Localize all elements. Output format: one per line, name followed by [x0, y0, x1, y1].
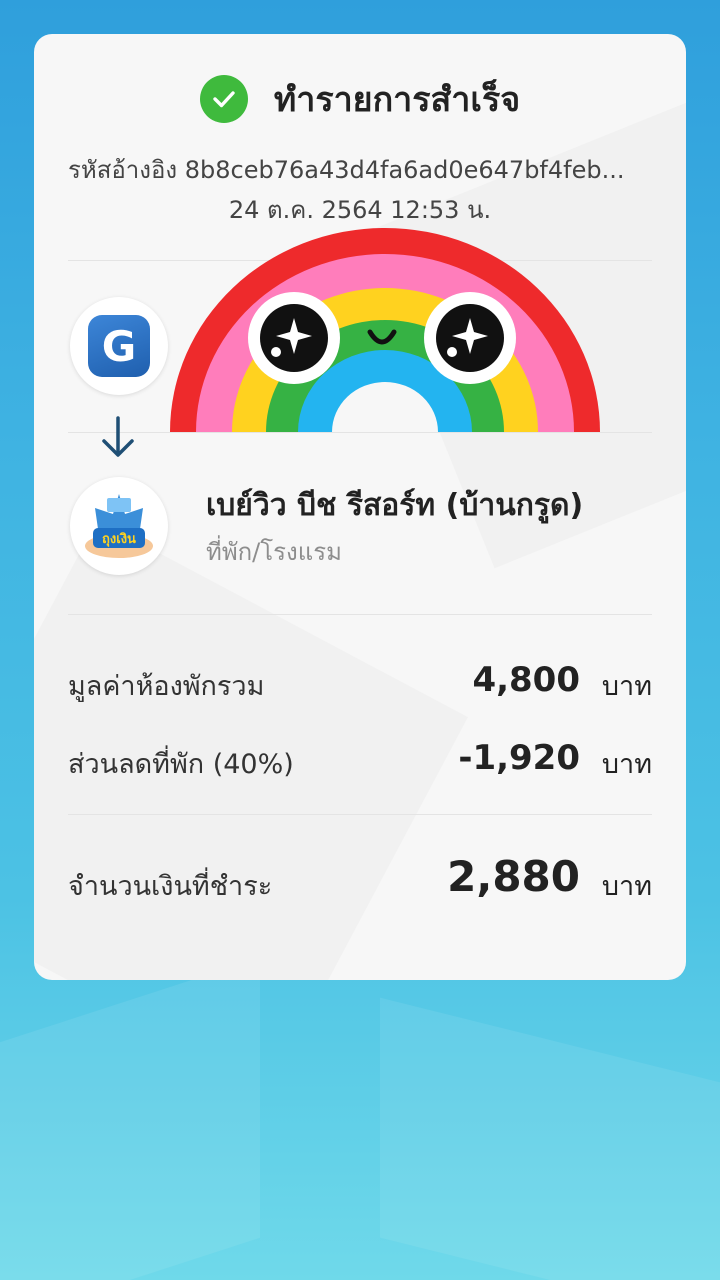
gwallet-logo-icon: G [88, 315, 150, 377]
logo-letter: G [101, 321, 137, 371]
transaction-datetime: 24 ต.ค. 2564 12:53 น. [228, 196, 492, 224]
reference-id: รหัสอ้างอิง 8b8ceb76a43d4fa6ad0e647bf4fe… [68, 156, 625, 184]
background-shard [0, 957, 260, 1280]
currency-unit: บาท [601, 749, 652, 780]
divider [68, 614, 652, 615]
screen: { "header": { "title": "ทำรายการสำเร็จ",… [0, 0, 720, 1280]
rainbow-sticker-icon [170, 228, 600, 432]
arrow-down-icon [102, 416, 134, 457]
status-header: ทำรายการสำเร็จ [34, 72, 686, 126]
merchant-name: เบย์วิว บีช รีสอร์ท (บ้านกรูด) [206, 488, 584, 523]
merchant-logo: ถุงเงิน [70, 477, 168, 575]
source-wallet-logo: G [70, 297, 168, 395]
background-shard [380, 997, 720, 1280]
paid-amount: 2,880 [447, 852, 580, 901]
currency-unit: บาท [601, 871, 652, 902]
discount-label: ส่วนลดที่พัก (40%) [68, 749, 294, 780]
page-title: ทำรายการสำเร็จ [273, 80, 521, 120]
receipt-card: ทำรายการสำเร็จ รหัสอ้างอิง 8b8ceb76a43d4… [34, 34, 686, 980]
merchant-type: ที่พัก/โรงแรม [206, 538, 342, 566]
room-total-label: มูลค่าห้องพักรวม [68, 671, 265, 702]
money-bag-icon: ถุงเงิน [85, 494, 153, 558]
divider [68, 432, 652, 433]
divider [68, 814, 652, 815]
paid-label: จำนวนเงินที่ชำระ [68, 871, 273, 902]
room-total-amount: 4,800 [472, 660, 580, 700]
merchant-logo-text: ถุงเงิน [102, 532, 136, 547]
currency-unit: บาท [601, 671, 652, 702]
discount-amount: -1,920 [458, 738, 580, 778]
check-icon [199, 75, 248, 123]
